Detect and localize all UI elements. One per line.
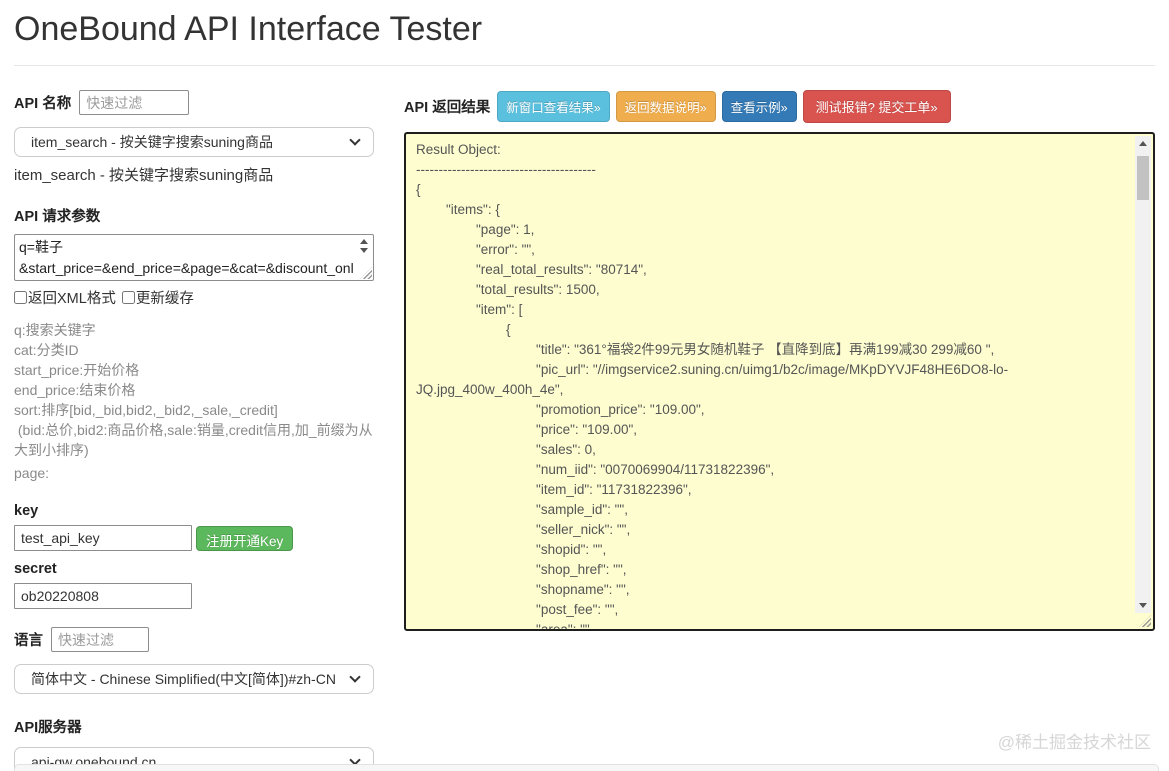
result-json-line: "pic_url": "//imgservice2.suning.cn/uimg… [416, 362, 1009, 377]
api-select-value: item_search - 按关键字搜索suning商品 [31, 134, 273, 150]
param-help-text: q:搜索关键字 cat:分类ID start_price:开始价格 end_price… [14, 320, 374, 483]
result-json-line: { [416, 322, 511, 337]
scroll-down-icon[interactable] [1135, 598, 1151, 613]
scroll-up-icon[interactable] [1135, 136, 1151, 151]
scrollbar-thumb[interactable] [1137, 156, 1149, 200]
param-help-line: page: [14, 465, 50, 481]
result-json-line: "title": "361°福袋2件99元男女随机鞋子 【直降到底】再满199减… [416, 342, 995, 357]
register-key-button[interactable]: 注册开通Key [196, 525, 294, 551]
result-json-line: "price": "109.00", [416, 422, 637, 437]
community-watermark: @稀土掘金技术社区 [997, 733, 1151, 752]
param-help-line: sort:排序[bid,_bid,bid2,_bid2,_sale,_credi… [14, 402, 278, 418]
api-server-label: API服务器 [14, 720, 82, 736]
result-json-line: "item": [ [416, 302, 523, 317]
language-select[interactable]: 简体中文 - Chinese Simplified(中文[简体])#zh-CN [14, 664, 374, 694]
param-help-line: cat:分类ID [14, 342, 79, 358]
title-divider [14, 65, 1155, 66]
request-panel: API 名称 item_search - 按关键字搜索suning商品 item… [14, 90, 374, 771]
data-description-button[interactable]: 返回数据说明» [615, 91, 716, 122]
view-example-button[interactable]: 查看示例» [721, 91, 797, 122]
open-result-new-window-button[interactable]: 新窗口查看结果» [497, 91, 610, 122]
language-filter-input[interactable] [51, 627, 149, 652]
result-json-line: JQ.jpg_400w_400h_4e", [416, 382, 564, 397]
result-json-line: Result Object: [416, 142, 501, 157]
result-json-line: "promotion_price": "109.00", [416, 402, 705, 417]
params-textarea[interactable]: q=鞋子 &start_price=&end_price=&page=&cat=… [14, 234, 374, 281]
chevron-down-icon [349, 134, 361, 146]
result-json-line: "seller_nick": "", [416, 522, 631, 537]
result-json-line: "item_id": "11731822396", [416, 482, 692, 497]
result-json-line: "shop_href": "", [416, 562, 627, 577]
chevron-down-icon [349, 671, 361, 683]
xml-checkbox-label: 返回XML格式 [28, 291, 116, 307]
result-json-line: "sales": 0, [416, 442, 596, 457]
param-help-line: end_price:结束价格 [14, 382, 136, 398]
page-title: OneBound API Interface Tester [14, 10, 483, 48]
result-output-box[interactable]: Result Object: --------------------------… [404, 132, 1155, 631]
result-json-line: "error": "", [416, 242, 535, 257]
result-json-line: { [416, 182, 421, 197]
key-input[interactable] [14, 525, 192, 551]
params-label: API 请求参数 [14, 209, 101, 225]
report-error-ticket-button[interactable]: 测试报错? 提交工单» [802, 90, 951, 123]
result-json-line: "page": 1, [416, 222, 535, 237]
result-json-text: Result Object: --------------------------… [416, 140, 1129, 629]
result-json-line: "items": { [416, 202, 500, 217]
api-name-row: API 名称 [14, 90, 374, 115]
cache-checkbox[interactable] [121, 291, 135, 304]
param-help-line: q:搜索关键字 [14, 322, 96, 338]
resize-grip-icon[interactable] [1139, 615, 1151, 627]
key-row: 注册开通Key [14, 525, 374, 551]
xml-checkbox-option[interactable]: 返回XML格式 [14, 287, 116, 308]
result-label: API 返回结果 [404, 100, 491, 116]
language-select-value: 简体中文 - Chinese Simplified(中文[简体])#zh-CN [31, 671, 336, 687]
api-name-label: API 名称 [14, 96, 72, 112]
language-label: 语言 [14, 633, 43, 649]
result-panel: API 返回结果 新窗口查看结果» 返回数据说明» 查看示例» 测试报错? 提交… [404, 90, 1155, 771]
result-json-line: "shopname": "", [416, 582, 630, 597]
format-options-row: 返回XML格式 更新缓存 [14, 287, 374, 308]
result-header: API 返回结果 新窗口查看结果» 返回数据说明» 查看示例» 测试报错? 提交… [404, 90, 1155, 123]
secret-label: secret [14, 561, 57, 577]
app-window: OneBound API Interface Tester API 名称 ite… [0, 0, 1169, 771]
secret-row [14, 583, 374, 609]
result-json-line: "sample_id": "", [416, 502, 628, 517]
result-json-line: "post_fee": "", [416, 602, 619, 617]
language-row: 语言 [14, 627, 374, 652]
result-scrollbar[interactable] [1135, 136, 1151, 613]
result-json-line: "shopid": "", [416, 542, 607, 557]
cache-checkbox-label: 更新缓存 [135, 291, 194, 307]
result-json-line: "num_iid": "0070069904/11731822396", [416, 462, 775, 477]
result-json-line: "area": "" [416, 620, 1129, 629]
params-textarea-wrap: q=鞋子 &start_price=&end_price=&page=&cat=… [14, 234, 374, 281]
result-json-line: "real_total_results": "80714", [416, 262, 647, 277]
footer-panel-edge [14, 764, 1159, 771]
api-select-caption: item_search - 按关键字搜索suning商品 [14, 167, 274, 184]
main-columns: API 名称 item_search - 按关键字搜索suning商品 item… [14, 90, 1155, 771]
xml-checkbox[interactable] [14, 291, 27, 304]
key-label: key [14, 503, 39, 519]
api-select[interactable]: item_search - 按关键字搜索suning商品 [14, 127, 374, 157]
result-json-line: "total_results": 1500, [416, 282, 600, 297]
param-help-line: start_price:开始价格 [14, 362, 140, 378]
cache-checkbox-option[interactable]: 更新缓存 [121, 287, 194, 308]
secret-input[interactable] [14, 583, 192, 609]
result-json-line: ---------------------------------------- [416, 162, 596, 177]
param-help-line: (bid:总价,bid2:商品价格,sale:销量,credit信用,加_前缀为… [14, 422, 373, 458]
api-name-filter-input[interactable] [79, 90, 190, 115]
